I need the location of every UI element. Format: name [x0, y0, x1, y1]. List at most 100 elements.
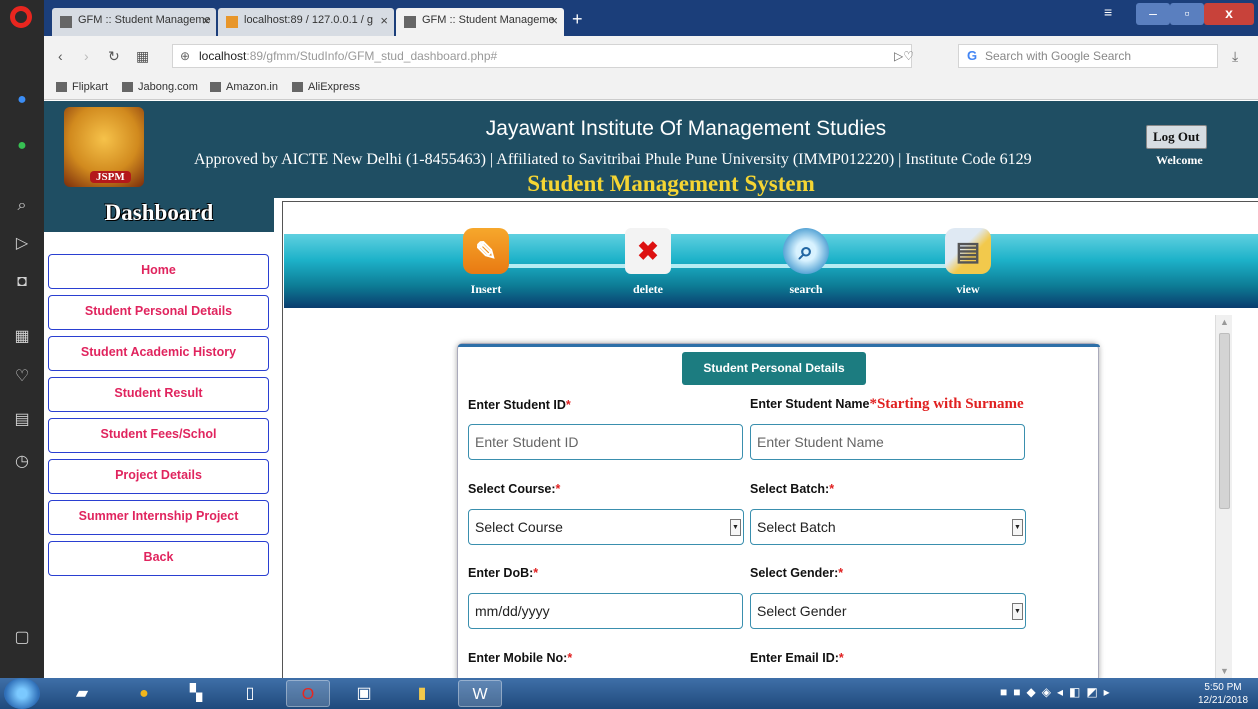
close-window-button[interactable]: x — [1204, 3, 1254, 25]
form-title: Student Personal Details — [682, 352, 866, 385]
document-taskbar-icon[interactable]: ▯ — [228, 680, 272, 707]
bookmark-flipkart[interactable]: Flipkart — [56, 81, 108, 93]
folder-icon — [56, 82, 67, 92]
speed-dial-icon[interactable]: ▦ — [136, 48, 149, 65]
history-icon[interactable]: ◷ — [0, 452, 44, 472]
opera-taskbar-icon[interactable]: O — [286, 680, 330, 707]
notepad-taskbar-icon[interactable]: ▰ — [60, 680, 104, 707]
welcome-text: Welcome — [1156, 153, 1203, 167]
download-icon[interactable]: ⤓ — [1232, 48, 1238, 65]
maximize-button[interactable]: ▫ — [1170, 3, 1204, 25]
windows-taskbar: ▰ ● ▚ ▯ O ▣ ▮ W ■■◆◈◂◧◩▸ 5:50 PM 12/21/2… — [0, 678, 1258, 709]
sidebar-item-summer-internship[interactable]: Summer Internship Project — [48, 500, 269, 535]
chrome-taskbar-icon[interactable]: ● — [122, 680, 166, 707]
sidebar-item-fees[interactable]: Student Fees/Schol — [48, 418, 269, 453]
bookmarks-bar: Flipkart Jabong.com Amazon.in AliExpress — [44, 76, 1258, 100]
flow-icon[interactable]: ▷ — [0, 234, 44, 254]
computer-taskbar-icon[interactable]: ▣ — [342, 680, 386, 707]
tab-student-management-active[interactable]: GFM :: Student Manageme × — [396, 8, 564, 36]
sidebar-item-back[interactable]: Back — [48, 541, 269, 576]
url-input[interactable]: ⊕ localhost:89/gfmm/StudInfo/GFM_stud_da… — [172, 44, 912, 68]
page-icon — [60, 16, 72, 28]
sidebar-item-project-details[interactable]: Project Details — [48, 459, 269, 494]
dashboard-title: Dashboard — [44, 198, 274, 232]
search-button[interactable]: ⌕ search — [778, 228, 834, 297]
flow-heart-icon[interactable]: ▷♡ — [894, 49, 914, 63]
folder-icon — [122, 82, 133, 92]
bookmark-jabong[interactable]: Jabong.com — [122, 81, 198, 93]
minimize-button[interactable]: – — [1136, 3, 1170, 25]
batch-select[interactable]: Select Batch ▼ — [750, 509, 1026, 545]
close-icon[interactable]: × — [380, 13, 388, 28]
scroll-thumb[interactable] — [1219, 333, 1230, 509]
system-title: Student Management System — [527, 171, 815, 196]
forward-icon[interactable]: › — [84, 48, 89, 64]
search-input[interactable]: G Search with Google Search — [958, 44, 1218, 68]
bookmark-amazon[interactable]: Amazon.in — [210, 81, 278, 93]
start-button[interactable] — [4, 678, 40, 709]
address-bar-row: ‹ › ↻ ▦ ⊕ localhost:89/gfmm/StudInfo/GFM… — [44, 36, 1258, 76]
reload-icon[interactable]: ↻ — [108, 48, 120, 65]
chevron-down-icon[interactable]: ▼ — [1012, 603, 1023, 620]
view-button[interactable]: ▤ view — [940, 228, 996, 297]
sidebar-item-home[interactable]: Home — [48, 254, 269, 289]
approval-text: Approved by AICTE New Delhi (1-8455463) … — [194, 151, 1032, 168]
action-toolbar: ✎ Insert ✖ delete ⌕ search ▤ view — [284, 228, 1258, 308]
page-scrollbar[interactable]: ▲ ▼ — [1215, 315, 1232, 678]
course-label: Select Course:* — [468, 482, 561, 496]
sidebar-toggle-icon[interactable]: ▢ — [0, 628, 44, 648]
insert-button[interactable]: ✎ Insert — [458, 228, 514, 297]
folder-taskbar-icon[interactable]: ▮ — [400, 680, 444, 707]
sidebar-item-personal-details[interactable]: Student Personal Details — [48, 295, 269, 330]
phpmyadmin-icon — [226, 16, 238, 28]
tab-phpmyadmin[interactable]: localhost:89 / 127.0.0.1 / g × — [218, 8, 394, 36]
files-taskbar-icon[interactable]: ▚ — [174, 680, 218, 707]
speed-dial-icon[interactable]: ▦ — [0, 327, 44, 347]
tab-bar: GFM :: Student Manageme × localhost:89 /… — [44, 0, 1258, 36]
scroll-up-icon[interactable]: ▲ — [1220, 317, 1229, 327]
delete-icon: ✖ — [625, 228, 671, 274]
back-icon[interactable]: ‹ — [58, 48, 63, 64]
news-icon[interactable]: ▤ — [0, 410, 44, 430]
logout-button[interactable]: Log Out — [1146, 125, 1207, 149]
page-icon — [404, 16, 416, 28]
email-label: Enter Email ID:* — [750, 651, 844, 665]
gender-label: Select Gender:* — [750, 566, 844, 580]
delete-button[interactable]: ✖ delete — [620, 228, 676, 297]
gender-select[interactable]: Select Gender ▼ — [750, 593, 1026, 629]
chevron-down-icon[interactable]: ▼ — [730, 519, 741, 536]
tab-student-management-1[interactable]: GFM :: Student Manageme × — [52, 8, 216, 36]
google-icon: G — [967, 48, 978, 63]
web-page: JSPM Jayawant Institute Of Management St… — [44, 101, 1258, 678]
folder-icon — [210, 82, 221, 92]
new-tab-button[interactable]: + — [572, 10, 583, 28]
system-tray-icons[interactable]: ■■◆◈◂◧◩▸ — [1000, 685, 1116, 699]
mobile-label: Enter Mobile No:* — [468, 651, 573, 665]
student-id-input[interactable]: Enter Student ID — [468, 424, 743, 460]
whatsapp-icon[interactable]: ● — [0, 136, 44, 156]
course-select[interactable]: Select Course ▼ — [468, 509, 744, 545]
view-icon: ▤ — [945, 228, 991, 274]
sidebar-item-result[interactable]: Student Result — [48, 377, 269, 412]
camera-icon[interactable]: ◘ — [0, 272, 44, 292]
clock[interactable]: 5:50 PM 12/21/2018 — [1190, 681, 1256, 707]
search-icon[interactable]: ⌕ — [0, 196, 44, 216]
sidebar-item-academic-history[interactable]: Student Academic History — [48, 336, 269, 371]
student-name-input[interactable]: Enter Student Name — [750, 424, 1025, 460]
dob-label: Enter DoB:* — [468, 566, 539, 580]
word-taskbar-icon[interactable]: W — [458, 680, 502, 707]
heart-icon[interactable]: ♡ — [0, 367, 44, 387]
easy-setup-icon[interactable]: ≡ — [1104, 4, 1112, 20]
messenger-icon[interactable]: ● — [0, 90, 44, 110]
bookmark-aliexpress[interactable]: AliExpress — [292, 81, 360, 93]
close-icon[interactable]: × — [202, 13, 210, 28]
institute-name: Jayawant Institute Of Management Studies — [485, 117, 887, 140]
site-header: JSPM Jayawant Institute Of Management St… — [44, 101, 1258, 198]
opera-logo-icon[interactable] — [10, 6, 32, 28]
scroll-down-icon[interactable]: ▼ — [1220, 666, 1229, 676]
chevron-down-icon[interactable]: ▼ — [1012, 519, 1023, 536]
close-icon[interactable]: × — [550, 13, 558, 28]
student-id-label: Enter Student ID* — [468, 398, 571, 412]
dob-input[interactable]: mm/dd/yyyy — [468, 593, 743, 629]
student-form: Student Personal Details Enter Student I… — [457, 343, 1100, 678]
